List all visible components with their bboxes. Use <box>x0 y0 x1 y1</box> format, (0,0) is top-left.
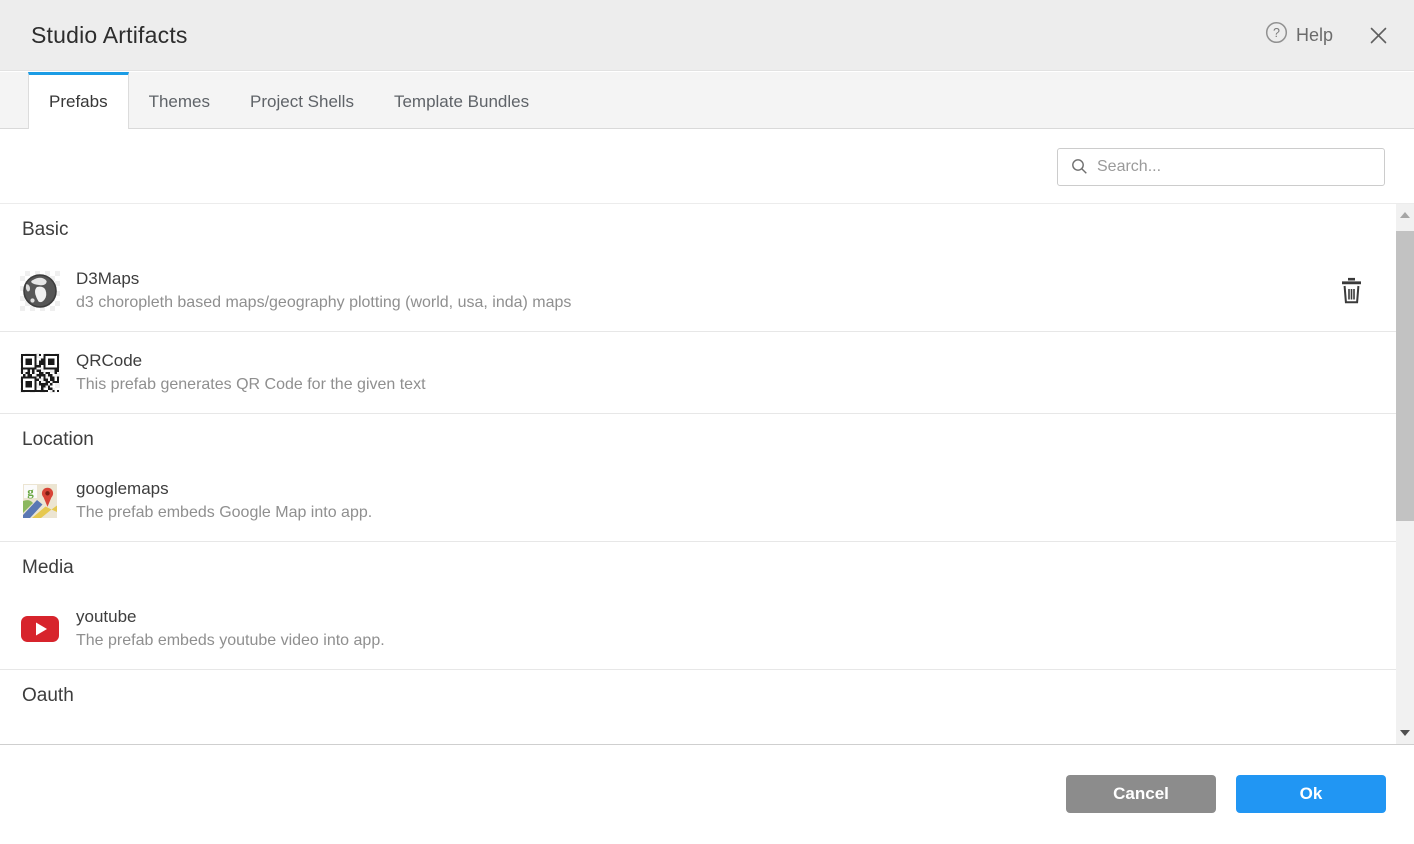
dialog-title: Studio Artifacts <box>31 22 188 49</box>
prefab-section-basic: Basic D3Maps d3 choropleth based maps/ge… <box>0 204 1396 414</box>
list-area: Basic D3Maps d3 choropleth based maps/ge… <box>0 203 1414 745</box>
prefab-row-googlemaps[interactable]: g googlemaps The prefab embeds Google Ma… <box>0 460 1396 542</box>
prefab-list: Basic D3Maps d3 choropleth based maps/ge… <box>0 204 1396 744</box>
tab-project-shells[interactable]: Project Shells <box>230 72 374 128</box>
search-input[interactable] <box>1097 158 1374 176</box>
help-button[interactable]: ? Help <box>1265 21 1333 49</box>
youtube-icon <box>20 609 60 649</box>
close-icon[interactable] <box>1369 26 1388 45</box>
qrcode-icon <box>20 353 60 393</box>
tab-bar: Prefabs Themes Project Shells Template Bund… <box>0 72 1414 129</box>
help-label: Help <box>1296 25 1333 46</box>
cancel-button[interactable]: Cancel <box>1066 775 1216 813</box>
prefab-section-location: Location g googlemaps The prefab embeds … <box>0 414 1396 542</box>
search-icon <box>1071 158 1088 175</box>
ok-button[interactable]: Ok <box>1236 775 1386 813</box>
prefab-row-qrcode[interactable]: QRCode This prefab generates QR Code for… <box>0 332 1396 414</box>
globe-icon <box>20 271 60 311</box>
svg-text:g: g <box>27 483 34 498</box>
section-title: Basic <box>0 204 1396 250</box>
section-title: Oauth <box>0 670 1396 716</box>
toolbar <box>0 130 1414 203</box>
scrollbar-thumb[interactable] <box>1396 231 1414 521</box>
prefab-title: QRCode <box>76 351 426 371</box>
prefab-description: This prefab generates QR Code for the gi… <box>76 376 426 394</box>
footer: Cancel Ok <box>1066 775 1386 813</box>
scrollbar <box>1396 204 1414 744</box>
prefab-section-media: Media youtube The prefab embeds youtube … <box>0 542 1396 670</box>
dialog-header: Studio Artifacts ? Help <box>0 0 1414 71</box>
prefab-row-youtube[interactable]: youtube The prefab embeds youtube video … <box>0 588 1396 670</box>
search-box <box>1057 148 1385 186</box>
tab-prefabs[interactable]: Prefabs <box>28 72 129 129</box>
scroll-down-arrow-icon[interactable] <box>1396 724 1414 742</box>
tab-label: Themes <box>149 92 210 112</box>
prefab-title: youtube <box>76 607 385 627</box>
delete-prefab-icon[interactable] <box>1337 274 1366 307</box>
section-title: Media <box>0 542 1396 588</box>
prefab-title: googlemaps <box>76 479 372 499</box>
prefab-section-oauth: Oauth <box>0 670 1396 716</box>
tab-template-bundles[interactable]: Template Bundles <box>374 72 549 128</box>
tab-themes[interactable]: Themes <box>129 72 230 128</box>
prefab-row-d3maps[interactable]: D3Maps d3 choropleth based maps/geograph… <box>0 250 1396 332</box>
prefab-description: d3 choropleth based maps/geography plott… <box>76 294 571 312</box>
prefab-description: The prefab embeds youtube video into app… <box>76 632 385 650</box>
tab-label: Template Bundles <box>394 92 529 112</box>
tab-label: Project Shells <box>250 92 354 112</box>
prefab-title: D3Maps <box>76 269 571 289</box>
tab-label: Prefabs <box>49 92 108 112</box>
section-title: Location <box>0 414 1396 460</box>
googlemaps-icon: g <box>20 481 60 521</box>
prefab-description: The prefab embeds Google Map into app. <box>76 504 372 522</box>
svg-text:?: ? <box>1273 26 1280 40</box>
help-circle-icon: ? <box>1265 21 1288 49</box>
scroll-up-arrow-icon[interactable] <box>1396 206 1414 224</box>
